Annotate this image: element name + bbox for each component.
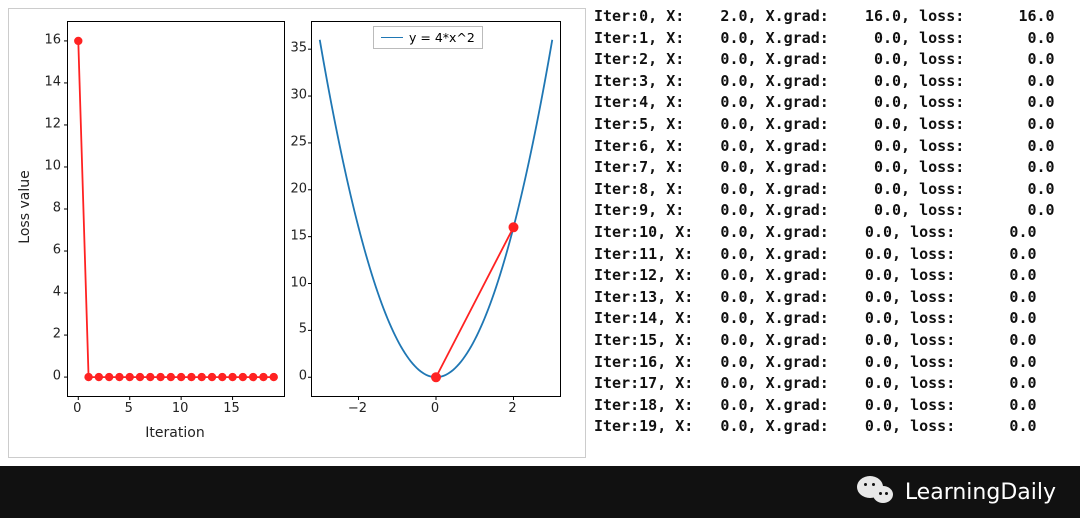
loss-point — [239, 373, 247, 381]
log-output: Iter:0, X: 2.0, X.grad: 16.0, loss: 16.0… — [594, 6, 1074, 454]
ytick: 10 — [39, 158, 61, 173]
legend-label: y = 4*x^2 — [409, 30, 475, 45]
ytick: 10 — [285, 275, 307, 290]
log-line: Iter:3, X: 0.0, X.grad: 0.0, loss: 0.0 — [594, 71, 1074, 93]
loss-point — [95, 373, 103, 381]
log-line: Iter:18, X: 0.0, X.grad: 0.0, loss: 0.0 — [594, 395, 1074, 417]
parabola-plot-svg — [312, 22, 560, 396]
loss-point — [74, 37, 82, 45]
ytick: 2 — [39, 327, 61, 342]
loss-point — [270, 373, 278, 381]
loss-point — [218, 373, 226, 381]
xtick: −2 — [348, 401, 367, 416]
log-line: Iter:7, X: 0.0, X.grad: 0.0, loss: 0.0 — [594, 157, 1074, 179]
loss-point — [198, 373, 206, 381]
legend-line-icon — [381, 37, 403, 38]
log-line: Iter:1, X: 0.0, X.grad: 0.0, loss: 0.0 — [594, 28, 1074, 50]
parabola-curve — [320, 40, 553, 377]
log-line: Iter:2, X: 0.0, X.grad: 0.0, loss: 0.0 — [594, 49, 1074, 71]
parabola-plot — [311, 21, 561, 397]
ytick: 16 — [39, 32, 61, 47]
ytick: 5 — [285, 322, 307, 337]
ytick: 35 — [285, 41, 307, 56]
page-root: Loss value Iteration 0 5 10 15 0 2 4 6 8 10 12 14 16… — [0, 0, 1080, 518]
ytick: 8 — [39, 201, 61, 216]
path-point — [431, 372, 441, 382]
plots-panel: Loss value Iteration 0 5 10 15 0 2 4 6 8 10 12 14 16… — [8, 8, 586, 458]
loss-point — [249, 373, 257, 381]
log-line: Iter:9, X: 0.0, X.grad: 0.0, loss: 0.0 — [594, 200, 1074, 222]
log-line: Iter:13, X: 0.0, X.grad: 0.0, loss: 0.0 — [594, 287, 1074, 309]
xtick: 0 — [431, 401, 439, 416]
log-line: Iter:14, X: 0.0, X.grad: 0.0, loss: 0.0 — [594, 308, 1074, 330]
xlabel-iteration: Iteration — [145, 425, 204, 441]
footer-bar: LearningDaily — [0, 466, 1080, 518]
log-line: Iter:15, X: 0.0, X.grad: 0.0, loss: 0.0 — [594, 330, 1074, 352]
log-line: Iter:12, X: 0.0, X.grad: 0.0, loss: 0.0 — [594, 265, 1074, 287]
log-line: Iter:4, X: 0.0, X.grad: 0.0, loss: 0.0 — [594, 92, 1074, 114]
footer-brand: LearningDaily — [905, 480, 1056, 505]
ytick: 0 — [39, 369, 61, 384]
descent-path — [436, 227, 514, 377]
loss-point — [228, 373, 236, 381]
ytick: 12 — [39, 116, 61, 131]
loss-point — [136, 373, 144, 381]
log-line: Iter:6, X: 0.0, X.grad: 0.0, loss: 0.0 — [594, 136, 1074, 158]
ytick: 4 — [39, 285, 61, 300]
loss-plot-svg — [68, 22, 284, 396]
log-line: Iter:8, X: 0.0, X.grad: 0.0, loss: 0.0 — [594, 179, 1074, 201]
ytick: 6 — [39, 243, 61, 258]
path-point — [509, 222, 519, 232]
xtick: 5 — [125, 401, 133, 416]
log-line: Iter:5, X: 0.0, X.grad: 0.0, loss: 0.0 — [594, 114, 1074, 136]
ytick: 20 — [285, 181, 307, 196]
legend-parabola: y = 4*x^2 — [373, 26, 483, 49]
loss-line — [78, 41, 273, 377]
wechat-icon — [855, 474, 897, 510]
log-line: Iter:16, X: 0.0, X.grad: 0.0, loss: 0.0 — [594, 352, 1074, 374]
ytick: 15 — [285, 228, 307, 243]
loss-point — [156, 373, 164, 381]
loss-point — [115, 373, 123, 381]
xtick: 10 — [172, 401, 189, 416]
log-line: Iter:0, X: 2.0, X.grad: 16.0, loss: 16.0 — [594, 6, 1074, 28]
loss-point — [84, 373, 92, 381]
xtick: 2 — [508, 401, 516, 416]
loss-point — [177, 373, 185, 381]
log-line: Iter:11, X: 0.0, X.grad: 0.0, loss: 0.0 — [594, 244, 1074, 266]
xtick: 0 — [73, 401, 81, 416]
loss-point — [126, 373, 134, 381]
loss-point — [146, 373, 154, 381]
ytick: 25 — [285, 134, 307, 149]
loss-point — [167, 373, 175, 381]
log-line: Iter:10, X: 0.0, X.grad: 0.0, loss: 0.0 — [594, 222, 1074, 244]
loss-point — [105, 373, 113, 381]
log-line: Iter:17, X: 0.0, X.grad: 0.0, loss: 0.0 — [594, 373, 1074, 395]
loss-plot — [67, 21, 285, 397]
log-line: Iter:19, X: 0.0, X.grad: 0.0, loss: 0.0 — [594, 416, 1074, 438]
xtick: 15 — [223, 401, 240, 416]
ylabel-loss: Loss value — [17, 170, 33, 243]
loss-point — [187, 373, 195, 381]
ytick: 30 — [285, 88, 307, 103]
ytick: 0 — [285, 369, 307, 384]
ytick: 14 — [39, 74, 61, 89]
loss-point — [208, 373, 216, 381]
loss-point — [259, 373, 267, 381]
